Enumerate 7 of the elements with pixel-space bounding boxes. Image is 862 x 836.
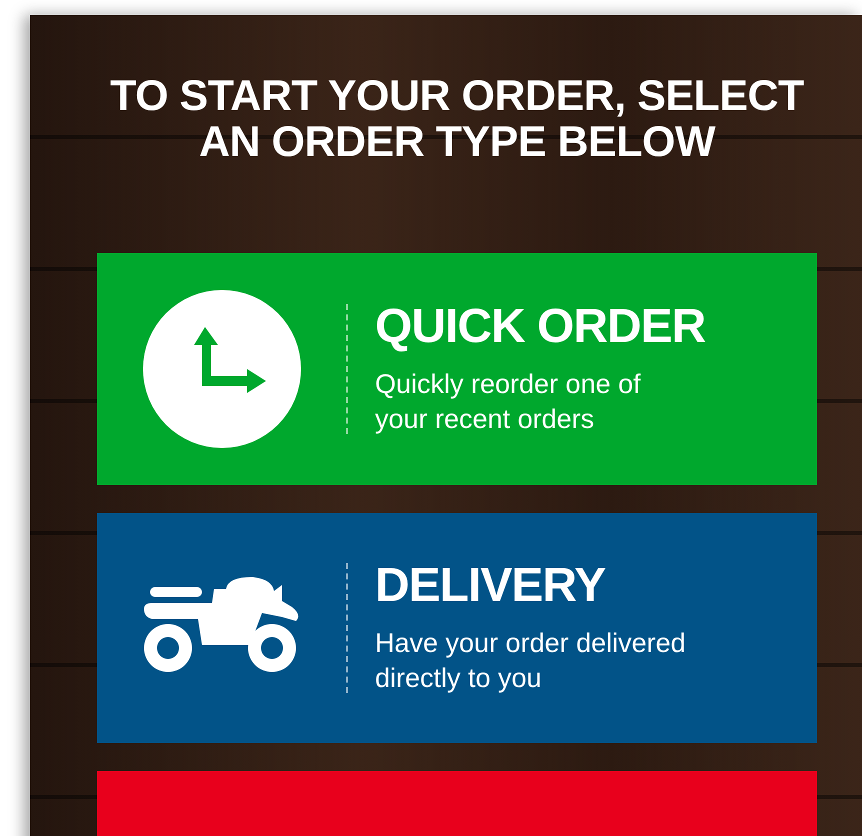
clock-icon [142, 289, 302, 449]
option-title: QUICK ORDER [375, 300, 706, 354]
delivery-button[interactable]: DELIVERY Have your order delivered directly to you [97, 513, 817, 743]
page-heading: TO START YOUR ORDER, SELECT AN ORDER TYPE BELOW [109, 73, 805, 165]
option-title: DELIVERY [375, 560, 606, 612]
option-description: Quickly reorder one of your recent orders [375, 368, 642, 436]
option-description: Have your order delivered directly to you [375, 627, 686, 696]
